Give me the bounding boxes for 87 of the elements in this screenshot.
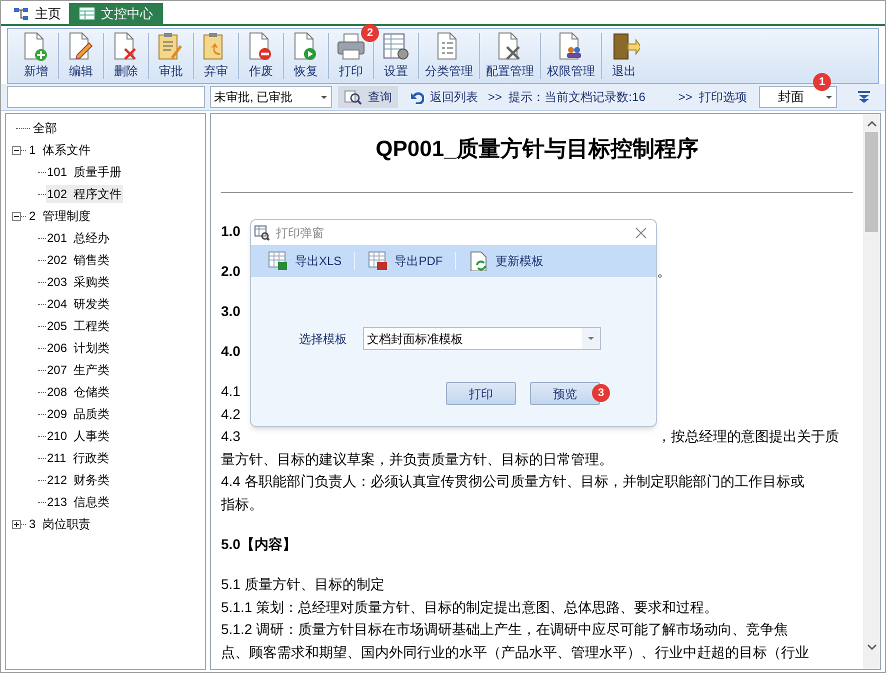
document-text: 5.1.1 策划：总经理对质量方针、目标的制定提出意图、总体思路、要求和过程。	[221, 598, 718, 614]
dropdown-arrow-icon	[588, 337, 594, 340]
dialog-tool-button[interactable]: 导出XLS	[265, 251, 344, 271]
status-dropdown[interactable]: 未审批, 已审批	[210, 86, 332, 108]
tree-item[interactable]: 213 信息类	[46, 493, 111, 511]
tab[interactable]: 文控中心	[69, 3, 163, 24]
document-text: 4.1	[221, 383, 240, 399]
tree-item[interactable]: 206 计划类	[46, 339, 111, 357]
number-badge: 2	[361, 24, 379, 42]
tree-item[interactable]: 207 生产类	[46, 361, 111, 379]
tree-item[interactable]: 211 行政类	[46, 449, 110, 467]
template-dropdown[interactable]: 文档封面标准模板	[363, 327, 601, 350]
toolbar-button[interactable]: 权限管理	[541, 29, 601, 83]
document-text: 5.1.2 调研：质量方针目标在市场调研基础上产生，在调研中应尽可能了解市场动向、竞争焦	[221, 621, 788, 637]
tree-item[interactable]: 209 品质类	[46, 405, 111, 423]
search-field[interactable]	[7, 86, 205, 108]
number-badge: 3	[592, 384, 610, 402]
toolbar-button[interactable]: 作废	[239, 29, 283, 83]
record-count-hint: >> 提示：当前文档记录数:16	[488, 89, 646, 106]
section-heading: 1.0	[221, 223, 240, 239]
collapse-box-icon[interactable]	[12, 146, 21, 154]
table-pdf-icon	[366, 251, 387, 271]
document-text: 。	[657, 262, 671, 281]
toolbar-button[interactable]: 配置管理	[480, 29, 540, 83]
print-options-link[interactable]: >> 打印选项	[678, 88, 747, 106]
table-icon	[79, 7, 95, 20]
dialog-title: 打印弹窗	[276, 224, 324, 242]
section-heading: 3.0	[221, 303, 240, 319]
document-text: 指标。	[221, 496, 263, 512]
dialog-tool-button[interactable]: 更新模板	[466, 251, 546, 271]
print-dropdown[interactable]: 封面	[759, 86, 837, 108]
tree-item[interactable]: 205 工程类	[46, 317, 111, 335]
tree-item[interactable]: 1 体系文件	[28, 141, 92, 159]
document-text: 4.2	[221, 406, 240, 422]
document-text: 4.4 各职能部门负责人：必须认真宣传贯彻公司质量方针、目标，并制定职能部门的工作目标或	[221, 473, 804, 489]
tree-item[interactable]: 212 财务类	[46, 471, 111, 489]
tab[interactable]: 主页	[9, 3, 65, 24]
dropdown-arrow-icon	[321, 96, 327, 98]
query-button[interactable]: 查询	[338, 86, 398, 108]
close-icon[interactable]	[635, 226, 647, 238]
scroll-down-icon[interactable]	[866, 643, 876, 651]
collapse-icon[interactable]	[857, 90, 871, 104]
table-sheet-icon	[267, 251, 287, 271]
document-title: QP001_质量方针与目标控制程序	[374, 135, 700, 163]
toolbar-button[interactable]: 退出	[602, 29, 646, 83]
toolbar-button[interactable]: 分类管理	[419, 29, 479, 83]
tree-item[interactable]: 208 仓储类	[46, 383, 111, 401]
tree-item[interactable]: 3 岗位职责	[28, 515, 92, 533]
toolbar-button[interactable]: 删除	[104, 29, 148, 83]
undo-arrow-icon	[410, 90, 424, 104]
scrollbar[interactable]	[863, 114, 880, 669]
document-text: 5.1 质量方针、目标的制定	[221, 576, 384, 592]
scrollbar-thumb[interactable]	[865, 132, 878, 232]
section-heading: 4.0	[221, 343, 240, 359]
dropdown-arrow-icon	[826, 96, 832, 98]
document-text: 量方针、目标的建议草案，并负责质量方针、目标的日常管理。	[221, 450, 613, 466]
dialog-button[interactable]: 打印	[446, 382, 516, 405]
toolbar-button[interactable]: 恢复	[284, 29, 328, 83]
tree-item[interactable]: 102 程序文件	[46, 185, 123, 203]
document-text: 4.3	[221, 428, 240, 444]
section-heading: 2.0	[221, 263, 240, 279]
tree-item[interactable]: 202 销售类	[46, 251, 111, 269]
document-text: 点、顾客需求和期望、国内外同行业的水平（产品水平、管理水平）、行业中赶超的目标（行业	[221, 644, 809, 660]
document-refresh-icon	[468, 251, 488, 271]
toolbar-button[interactable]: 审批	[149, 29, 193, 83]
tree-item[interactable]: 203 采购类	[46, 273, 111, 291]
document-text: ，按总经理的意图提出关于质	[657, 427, 839, 446]
tree-item[interactable]: 201 总经办	[46, 229, 111, 247]
expand-box-icon[interactable]	[12, 520, 21, 528]
field-label: 选择模板	[299, 330, 348, 348]
tree-item[interactable]: 204 研发类	[46, 295, 111, 313]
toolbar-button[interactable]: 新增	[14, 29, 58, 83]
search-icon	[344, 89, 362, 105]
sitemap-icon	[13, 6, 29, 20]
collapse-box-icon[interactable]	[12, 212, 21, 220]
tree-item[interactable]: 210 人事类	[46, 427, 111, 445]
toolbar-button[interactable]: 编辑	[59, 29, 103, 83]
scroll-up-icon[interactable]	[866, 120, 876, 128]
printer-icon	[335, 31, 367, 61]
tree-item[interactable]: 101 质量手册	[46, 163, 123, 181]
section-heading: 5.0【内容】	[221, 536, 296, 552]
table-search-icon	[254, 224, 270, 240]
toolbar-button[interactable]: 弃审	[194, 29, 238, 83]
back-link[interactable]: 返回列表	[410, 88, 478, 106]
tree-item[interactable]: 2 管理制度	[28, 207, 92, 225]
tree-item[interactable]: 全部	[32, 119, 58, 137]
dialog-tool-button[interactable]: 导出PDF	[364, 251, 445, 271]
